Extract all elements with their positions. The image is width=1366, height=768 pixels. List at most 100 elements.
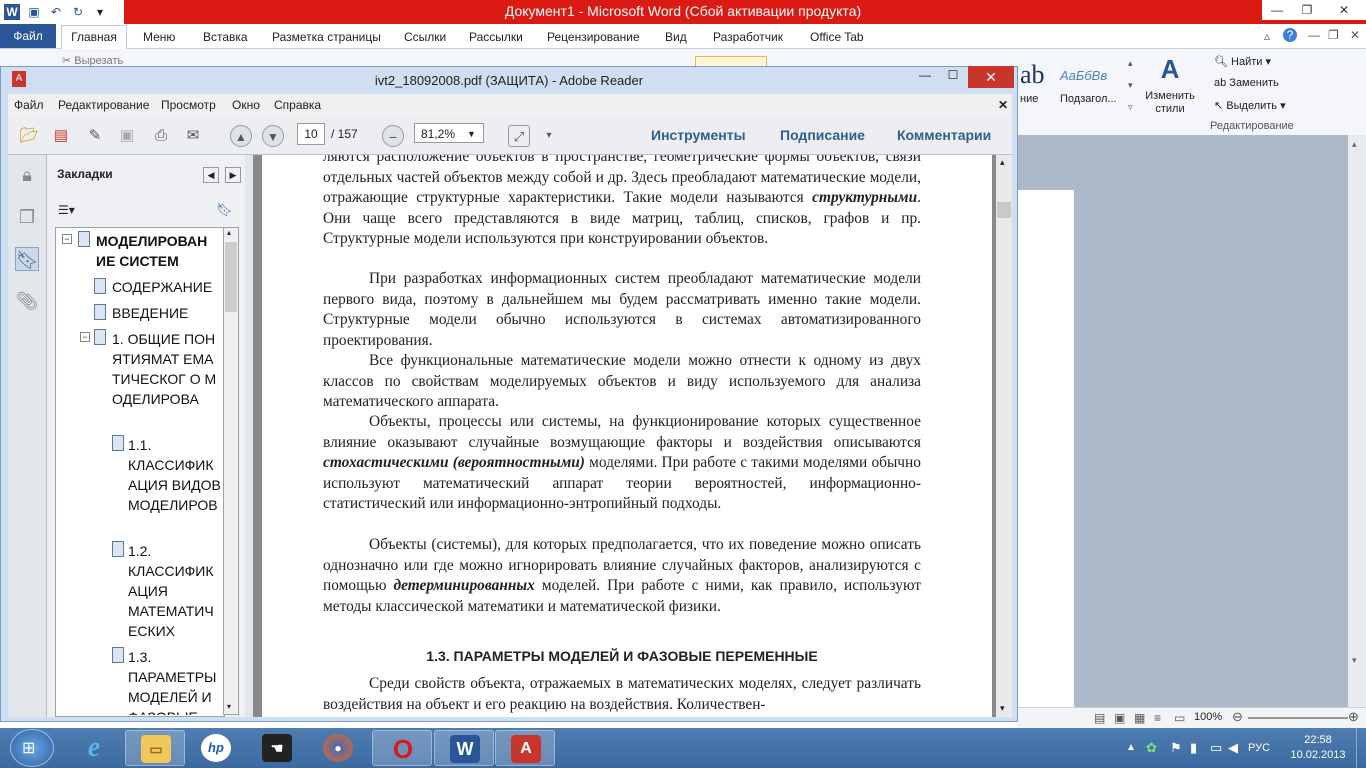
previous-page-icon[interactable]: ▲: [230, 125, 252, 147]
taskbar-explorer[interactable]: ▭: [125, 730, 185, 766]
toolbar-more-icon[interactable]: ▾: [538, 125, 560, 147]
sign-link[interactable]: Подписание: [780, 127, 865, 143]
document-scroll-down-icon[interactable]: ▾: [1000, 703, 1005, 714]
fit-page-icon[interactable]: ⤢: [508, 125, 530, 147]
find-button[interactable]: 🔍︎ Найти ▾: [1214, 55, 1271, 68]
tab-insert[interactable]: Вставка: [203, 30, 248, 44]
tools-link[interactable]: Инструменты: [651, 127, 746, 143]
bookmarks-scroll-down-icon[interactable]: ▾: [227, 702, 231, 711]
style-preview-large[interactable]: ab: [1020, 60, 1060, 90]
draft-icon[interactable]: ▭: [1174, 711, 1185, 725]
email-icon[interactable]: ✉: [182, 125, 204, 147]
zoom-slider[interactable]: [1248, 717, 1348, 719]
adobe-close-icon[interactable]: ✕: [968, 66, 1014, 88]
print-icon[interactable]: ⎙: [150, 125, 172, 147]
bookmark-item[interactable]: 1.1. КЛАССИФИК АЦИЯ ВИДОВ МОДЕЛИРОВ: [128, 435, 222, 515]
zoom-dropdown-icon[interactable]: ▼: [467, 124, 476, 144]
word-vertical-scrollbar[interactable]: ▴ ▾: [1348, 135, 1366, 707]
full-screen-icon[interactable]: ▣: [1114, 711, 1125, 725]
attachments-icon[interactable]: 📎︎: [15, 289, 39, 313]
help-icon[interactable]: ?: [1283, 28, 1297, 42]
minimize-icon[interactable]: —: [1262, 0, 1292, 20]
menu-edit[interactable]: Редактирование: [58, 98, 149, 112]
document-scroll-thumb[interactable]: [997, 202, 1011, 218]
bookmark-options-icon[interactable]: ☰▾: [58, 203, 75, 217]
language-indicator[interactable]: РУС: [1248, 742, 1270, 754]
doc-restore-icon[interactable]: ❐: [1328, 28, 1339, 42]
tab-review[interactable]: Рецензирование: [547, 30, 640, 44]
show-desktop-button[interactable]: [1356, 728, 1366, 768]
bookmark-item[interactable]: 1. ОБЩИЕ ПОНЯТИЯМАТ ЕМАТИЧЕСКОГ О МОДЕЛИ…: [112, 329, 218, 409]
scroll-down-icon[interactable]: ▾: [1352, 655, 1357, 666]
bookmark-item[interactable]: 1.2. КЛАССИФИК АЦИЯ МАТЕМАТИЧ ЕСКИХ: [128, 541, 222, 641]
lock-icon[interactable]: 🔒︎: [15, 163, 39, 187]
start-button[interactable]: ⊞: [10, 729, 54, 767]
bookmark-expander[interactable]: −: [62, 234, 72, 244]
change-styles-button[interactable]: Изменить стили: [1144, 90, 1196, 116]
system-clock[interactable]: 22:58 10.02.2013: [1290, 733, 1346, 763]
bookmarks-icon[interactable]: 🔖︎: [15, 247, 39, 271]
page-number-input[interactable]: 10: [297, 123, 325, 145]
print-layout-icon[interactable]: ▤: [1094, 711, 1105, 725]
taskbar-ie[interactable]: e: [64, 730, 124, 766]
tray-app-icon[interactable]: ✿: [1146, 740, 1157, 756]
network-icon[interactable]: ▮: [1190, 740, 1197, 756]
bookmark-item[interactable]: МОДЕЛИРОВАН ИЕ СИСТЕМ: [96, 231, 222, 271]
menu-view[interactable]: Просмотр: [161, 98, 216, 112]
adobe-minimize-icon[interactable]: —: [912, 68, 938, 86]
tray-overflow-icon[interactable]: ▲: [1126, 742, 1136, 753]
outline-icon[interactable]: ≡: [1154, 711, 1161, 725]
doc-minimize-icon[interactable]: —: [1308, 28, 1320, 42]
expand-panel-icon[interactable]: ▶: [225, 167, 241, 183]
tab-mailings[interactable]: Рассылки: [469, 30, 523, 44]
maximize-icon[interactable]: ❐: [1292, 0, 1322, 20]
document-scroll-up-icon[interactable]: ▴: [1000, 157, 1005, 168]
close-icon[interactable]: ✕: [1322, 0, 1366, 20]
power-icon[interactable]: ▭: [1210, 740, 1222, 756]
next-page-icon[interactable]: ▼: [262, 125, 284, 147]
change-styles-icon[interactable]: A: [1150, 54, 1190, 85]
zoom-out-icon[interactable]: ⊖: [1232, 709, 1243, 725]
replace-button[interactable]: ab Заменить: [1214, 77, 1279, 89]
ribbon-minimize-icon[interactable]: ▵: [1264, 29, 1270, 43]
taskbar-firefox[interactable]: ●: [308, 730, 368, 766]
tab-page-layout[interactable]: Разметка страницы: [272, 30, 381, 44]
taskbar-hp[interactable]: hp: [186, 730, 246, 766]
taskbar-app-dark[interactable]: ☚: [247, 730, 307, 766]
zoom-out-icon[interactable]: −: [382, 125, 404, 147]
comment-link[interactable]: Комментарии: [897, 127, 991, 143]
select-button[interactable]: ↖ Выделить ▾: [1214, 99, 1286, 112]
edit-icon[interactable]: ✎: [84, 125, 106, 147]
tab-home[interactable]: Главная: [61, 25, 127, 49]
delete-bookmark-icon[interactable]: 🔖︎: [216, 202, 233, 218]
tab-menu[interactable]: Меню: [143, 30, 175, 44]
tab-file[interactable]: Файл: [0, 24, 56, 48]
taskbar-word[interactable]: W: [434, 730, 494, 766]
bookmarks-scroll-thumb[interactable]: [225, 242, 237, 312]
collapse-panel-icon[interactable]: ◀: [203, 167, 219, 183]
tab-office-tab[interactable]: Office Tab: [810, 30, 864, 44]
zoom-input[interactable]: 81,2% ▼: [414, 123, 484, 143]
menu-help[interactable]: Справка: [274, 98, 321, 112]
page-thumbnails-icon[interactable]: ❐: [15, 205, 39, 229]
save-icon[interactable]: ▣: [116, 125, 138, 147]
tray-flag-icon[interactable]: ⚑: [1170, 740, 1182, 756]
bookmark-expander[interactable]: −: [80, 332, 90, 342]
taskbar-adobe-reader[interactable]: A: [495, 730, 555, 766]
menu-file[interactable]: Файл: [14, 98, 44, 112]
pane-splitter[interactable]: [245, 155, 253, 717]
open-file-icon[interactable]: 📂︎: [18, 125, 40, 147]
styles-scroll-arrows[interactable]: ▴ ▾ ▿: [1128, 52, 1140, 122]
style-preview-subtitle[interactable]: АаБбВв: [1060, 68, 1107, 83]
zoom-in-icon[interactable]: ⊕: [1348, 709, 1359, 725]
scroll-up-icon[interactable]: ▴: [1352, 139, 1357, 150]
close-document-icon[interactable]: ✕: [998, 98, 1008, 112]
bookmark-item[interactable]: 1.3. ПАРАМЕТРЫ МОДЕЛЕЙ И ФАЗОВЫЕ: [128, 647, 222, 715]
create-pdf-icon[interactable]: ▤: [50, 125, 72, 147]
bookmark-item[interactable]: СОДЕРЖАНИЕ: [112, 277, 222, 297]
bookmark-item[interactable]: ВВЕДЕНИЕ: [112, 303, 222, 323]
doc-close-icon[interactable]: ✕: [1350, 28, 1360, 42]
document-scrollbar[interactable]: ▴ ▾: [996, 155, 1012, 717]
menu-window[interactable]: Окно: [232, 98, 260, 112]
web-layout-icon[interactable]: ▦: [1134, 711, 1145, 725]
